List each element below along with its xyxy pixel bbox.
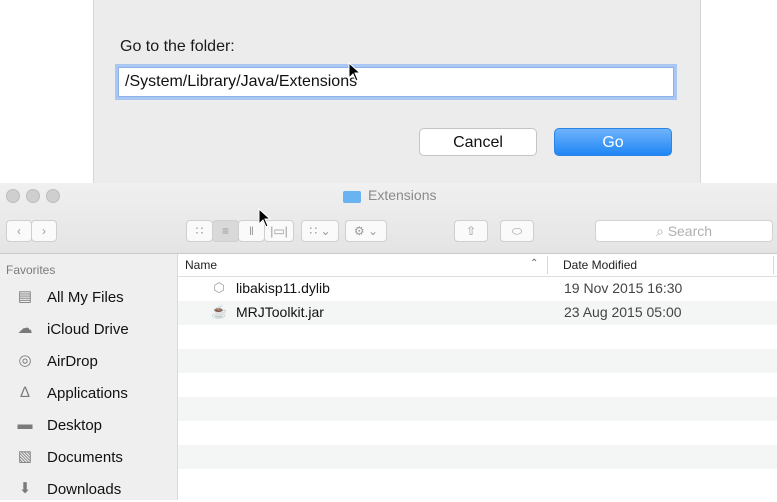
sidebar-item-label: Desktop xyxy=(47,417,103,434)
column-header-name[interactable]: Name xyxy=(185,258,217,272)
chevron-left-icon: ‹ xyxy=(17,224,21,238)
airdrop-icon: ◎ xyxy=(18,352,32,369)
column-header-date-modified[interactable]: Date Modified xyxy=(563,258,637,272)
file-row[interactable]: ⬡ libakisp11.dylib 19 Nov 2015 16:30 xyxy=(178,277,777,301)
arrange-icon: ∷ ⌄ xyxy=(309,224,331,238)
sidebar-heading-favorites: Favorites xyxy=(6,263,56,277)
file-date-modified: 23 Aug 2015 05:00 xyxy=(564,304,682,320)
share-icon: ⇧ xyxy=(465,224,477,238)
list-view-icon: ≡ xyxy=(221,224,229,238)
empty-row xyxy=(178,445,777,469)
file-name: MRJToolkit.jar xyxy=(236,304,324,320)
empty-row xyxy=(178,325,777,349)
folder-icon xyxy=(343,191,361,203)
sidebar-item-airdrop[interactable]: ◎ AirDrop xyxy=(14,350,174,374)
documents-icon: ▧ xyxy=(17,448,33,465)
search-input[interactable]: ⌕ Search xyxy=(595,220,773,242)
sidebar-item-icloud-drive[interactable]: ☁ iCloud Drive xyxy=(14,318,174,342)
search-icon: ⌕ xyxy=(655,223,664,239)
column-view-icon: ‖ xyxy=(249,224,254,238)
finder-sidebar: Favorites ▤ All My Files ☁ iCloud Drive … xyxy=(0,254,178,500)
chevron-right-icon: › xyxy=(42,224,46,238)
empty-row xyxy=(178,349,777,373)
icon-view-icon: ∷ xyxy=(195,224,204,238)
list-view-button[interactable]: ≡ xyxy=(212,220,239,242)
icon-view-button[interactable]: ∷ xyxy=(186,220,213,242)
sidebar-item-label: Applications xyxy=(47,385,128,402)
go-to-folder-sheet: Go to the folder: /System/Library/Java/E… xyxy=(93,0,701,183)
tag-icon: ⬭ xyxy=(511,224,523,238)
empty-row xyxy=(178,469,777,493)
sidebar-item-all-my-files[interactable]: ▤ All My Files xyxy=(14,286,174,310)
go-button[interactable]: Go xyxy=(554,128,672,156)
applications-icon: ∆ xyxy=(20,384,30,401)
finder-window: Extensions ‹ › ∷ ≡ ‖ |▭| ∷ ⌄ ⚙ ⌄ ⇧ ⬭ ⌕ S… xyxy=(0,183,777,500)
coverflow-view-icon: |▭| xyxy=(270,224,288,238)
mouse-pointer-icon xyxy=(348,62,362,82)
list-header: Name ⌃ Date Modified xyxy=(178,254,777,277)
forward-button[interactable]: › xyxy=(31,220,57,242)
sidebar-item-label: AirDrop xyxy=(47,353,98,370)
folder-path-input[interactable]: /System/Library/Java/Extensions xyxy=(118,67,674,97)
search-placeholder: Search xyxy=(667,223,713,239)
cancel-button[interactable]: Cancel xyxy=(419,128,537,156)
sidebar-item-label: Downloads xyxy=(47,481,122,498)
sidebar-item-desktop[interactable]: ▬ Desktop xyxy=(14,414,174,438)
sidebar-item-label: All My Files xyxy=(47,289,124,306)
file-name: libakisp11.dylib xyxy=(236,280,330,296)
action-button[interactable]: ⚙ ⌄ xyxy=(345,220,387,242)
back-button[interactable]: ‹ xyxy=(6,220,32,242)
jar-file-icon: ☕ xyxy=(211,304,228,319)
go-to-folder-prompt: Go to the folder: xyxy=(120,38,235,55)
gear-icon: ⚙ ⌄ xyxy=(353,224,379,238)
column-divider[interactable] xyxy=(773,256,774,274)
column-divider[interactable] xyxy=(547,256,548,274)
arrange-button[interactable]: ∷ ⌄ xyxy=(301,220,339,242)
cloud-icon: ☁ xyxy=(17,320,33,337)
desktop-icon: ▬ xyxy=(17,416,33,433)
empty-row xyxy=(178,421,777,445)
downloads-icon: ⬇ xyxy=(18,480,32,497)
finder-titlebar: Extensions ‹ › ∷ ≡ ‖ |▭| ∷ ⌄ ⚙ ⌄ ⇧ ⬭ ⌕ S… xyxy=(0,183,777,254)
sidebar-item-downloads[interactable]: ⬇ Downloads xyxy=(14,478,174,502)
window-title: Extensions xyxy=(368,187,437,203)
file-list: Name ⌃ Date Modified ⬡ libakisp11.dylib … xyxy=(178,254,777,500)
sidebar-item-documents[interactable]: ▧ Documents xyxy=(14,446,174,470)
sort-ascending-icon: ⌃ xyxy=(530,258,539,269)
share-button[interactable]: ⇧ xyxy=(454,220,488,242)
file-row[interactable]: ☕ MRJToolkit.jar 23 Aug 2015 05:00 xyxy=(178,301,777,325)
dylib-file-icon: ⬡ xyxy=(213,280,225,295)
all-files-icon: ▤ xyxy=(17,288,33,305)
empty-row xyxy=(178,373,777,397)
minimize-window-button[interactable] xyxy=(26,189,40,203)
sidebar-item-label: Documents xyxy=(47,449,123,466)
empty-row xyxy=(178,397,777,421)
tags-button[interactable]: ⬭ xyxy=(500,220,534,242)
file-date-modified: 19 Nov 2015 16:30 xyxy=(564,280,683,296)
close-window-button[interactable] xyxy=(6,189,20,203)
mouse-pointer-icon-2 xyxy=(258,208,272,228)
zoom-window-button[interactable] xyxy=(46,189,60,203)
sidebar-item-applications[interactable]: ∆ Applications xyxy=(14,382,174,406)
sidebar-item-label: iCloud Drive xyxy=(47,321,129,338)
